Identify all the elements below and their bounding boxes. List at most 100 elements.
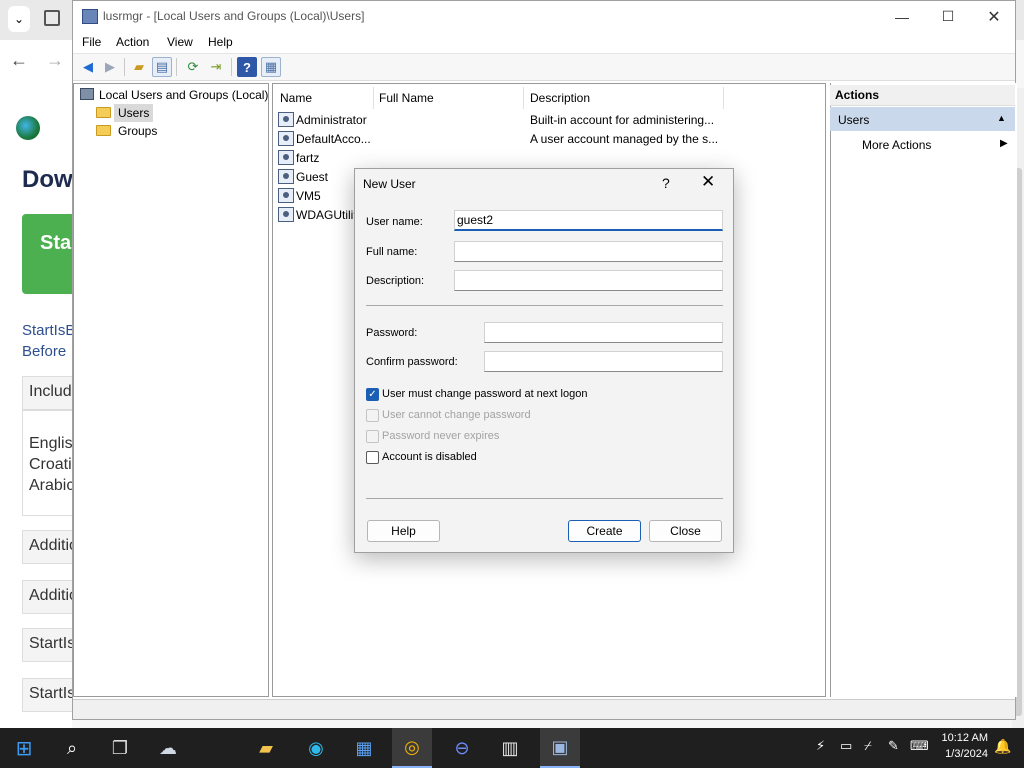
cannot-change-password-label: User cannot change password [382,409,531,421]
page-text-line-2: Before [22,343,67,360]
tree-item-groups[interactable]: Groups [118,124,157,138]
user-name-cell[interactable]: Administrator [296,113,367,127]
widgets-weather-icon[interactable]: ☁ [148,728,188,768]
browser-forward-button[interactable]: → [46,50,72,71]
app-book-icon[interactable]: ▥ [490,728,530,768]
toolbar-separator [176,58,177,76]
site-logo-globe-icon [16,116,40,140]
edge-browser-icon[interactable]: ◉ [296,728,336,768]
forward-arrow-icon[interactable]: ▶ [100,57,120,77]
password-label: Password: [366,327,418,339]
username-field[interactable]: guest2 [454,210,723,231]
menu-help[interactable]: Help [208,35,233,49]
user-name-cell[interactable]: Guest [296,170,328,184]
lusrmgr-app-icon [82,9,98,24]
collapse-up-icon[interactable]: ▲ [997,113,1006,123]
lusrmgr-taskbar-icon[interactable]: ▣ [540,728,580,768]
user-name-cell[interactable]: VM5 [296,189,321,203]
dialog-close-button[interactable]: ✕ [701,172,715,192]
user-name-cell[interactable]: DefaultAcco... [296,132,371,146]
clock-time[interactable]: 10:12 AM [936,732,988,744]
computer-icon [80,88,94,100]
menu-file[interactable]: File [82,35,101,49]
submenu-arrow-icon: ▶ [1000,138,1008,149]
dialog-separator [366,305,723,306]
minimize-button[interactable]: — [879,1,925,32]
pen-icon[interactable]: ✎ [888,738,899,754]
action-more-actions[interactable]: More Actions [862,138,931,152]
notification-bell-icon[interactable]: 🔔 [994,738,1011,755]
actions-header: Actions [830,85,1015,106]
actions-pane [830,83,1017,697]
description-field[interactable] [454,270,723,291]
search-icon[interactable]: ⌕ [52,728,92,768]
clock-date[interactable]: 1/3/2024 [936,748,988,760]
tab-dropdown-button[interactable]: ⌄ [8,6,30,32]
create-button[interactable]: Create [568,520,641,542]
password-field[interactable] [484,322,723,343]
folder-icon [96,107,111,118]
must-change-password-checkbox[interactable]: ✓ [366,388,379,401]
new-user-dialog: New User ? ✕ User name: guest2 Full name… [354,168,734,553]
window-title: lusrmgr - [Local Users and Groups (Local… [103,9,365,23]
user-icon [278,188,294,203]
fullname-field[interactable] [454,241,723,262]
keyboard-icon[interactable]: ⌨ [910,738,929,754]
back-arrow-icon[interactable]: ◀ [78,57,98,77]
file-explorer-icon[interactable]: ▰ [246,728,286,768]
user-icon [278,169,294,184]
confirm-password-field[interactable] [484,351,723,372]
wifi-off-icon[interactable]: ⌿ [864,738,872,754]
user-name-cell[interactable]: fartz [296,151,319,165]
cannot-change-password-checkbox [366,409,379,422]
page-text-line-1: StartIsB [22,322,76,339]
monitor-icon[interactable]: ▭ [840,738,852,754]
toolbar-separator [124,58,125,76]
task-view-icon[interactable]: ❐ [100,728,140,768]
tab-page-icon [44,10,60,26]
user-icon [278,150,294,165]
show-hide-tree-icon[interactable]: ▤ [152,57,172,77]
toolbar-separator [231,58,232,76]
description-label: Description: [366,275,425,287]
column-header-full-name[interactable]: Full Name [379,91,434,105]
actions-section-users[interactable]: Users [830,107,1015,131]
menu-action[interactable]: Action [116,35,149,49]
help-button[interactable]: Help [367,520,440,542]
account-disabled-label[interactable]: Account is disabled [382,451,477,463]
up-folder-icon[interactable]: ▰ [129,57,149,77]
tree-root-node[interactable]: Local Users and Groups (Local) [99,88,268,102]
account-disabled-checkbox[interactable] [366,451,379,464]
network-icon[interactable]: ⚡ [816,738,825,754]
menu-view[interactable]: View [167,35,193,49]
column-separator[interactable] [723,87,724,109]
column-header-name[interactable]: Name [280,91,312,105]
dialog-help-button[interactable]: ? [662,175,670,191]
tree-item-users[interactable]: Users [114,104,154,122]
password-never-expires-label: Password never expires [382,430,500,442]
user-icon [278,112,294,127]
help-icon[interactable]: ? [237,57,257,77]
folder-icon [96,125,111,136]
maximize-button[interactable]: ☐ [925,1,971,32]
dialog-separator [366,498,723,499]
start-windows-icon[interactable]: ⊞ [4,728,44,768]
must-change-password-label[interactable]: User must change password at next logon [382,388,587,400]
store-icon[interactable]: ▦ [344,728,384,768]
app-e-icon[interactable]: ⊖ [442,728,482,768]
column-header-description[interactable]: Description [530,91,590,105]
column-separator[interactable] [373,87,374,109]
user-description-cell: Built-in account for administering... [530,113,715,127]
browser-back-button[interactable]: ← [10,50,36,71]
close-button[interactable]: Close [649,520,722,542]
username-label: User name: [366,216,423,228]
refresh-icon[interactable]: ⟳ [183,57,203,77]
console-tree-pane [73,83,269,697]
close-window-button[interactable]: ✕ [971,1,1017,32]
show-hide-action-pane-icon[interactable]: ▦ [261,57,281,77]
export-list-icon[interactable]: ⇥ [206,57,226,77]
chrome-browser-icon[interactable]: ◎ [392,728,432,768]
column-separator[interactable] [523,87,524,109]
dialog-title: New User [363,177,416,191]
user-name-cell[interactable]: WDAGUtilit [296,208,357,222]
